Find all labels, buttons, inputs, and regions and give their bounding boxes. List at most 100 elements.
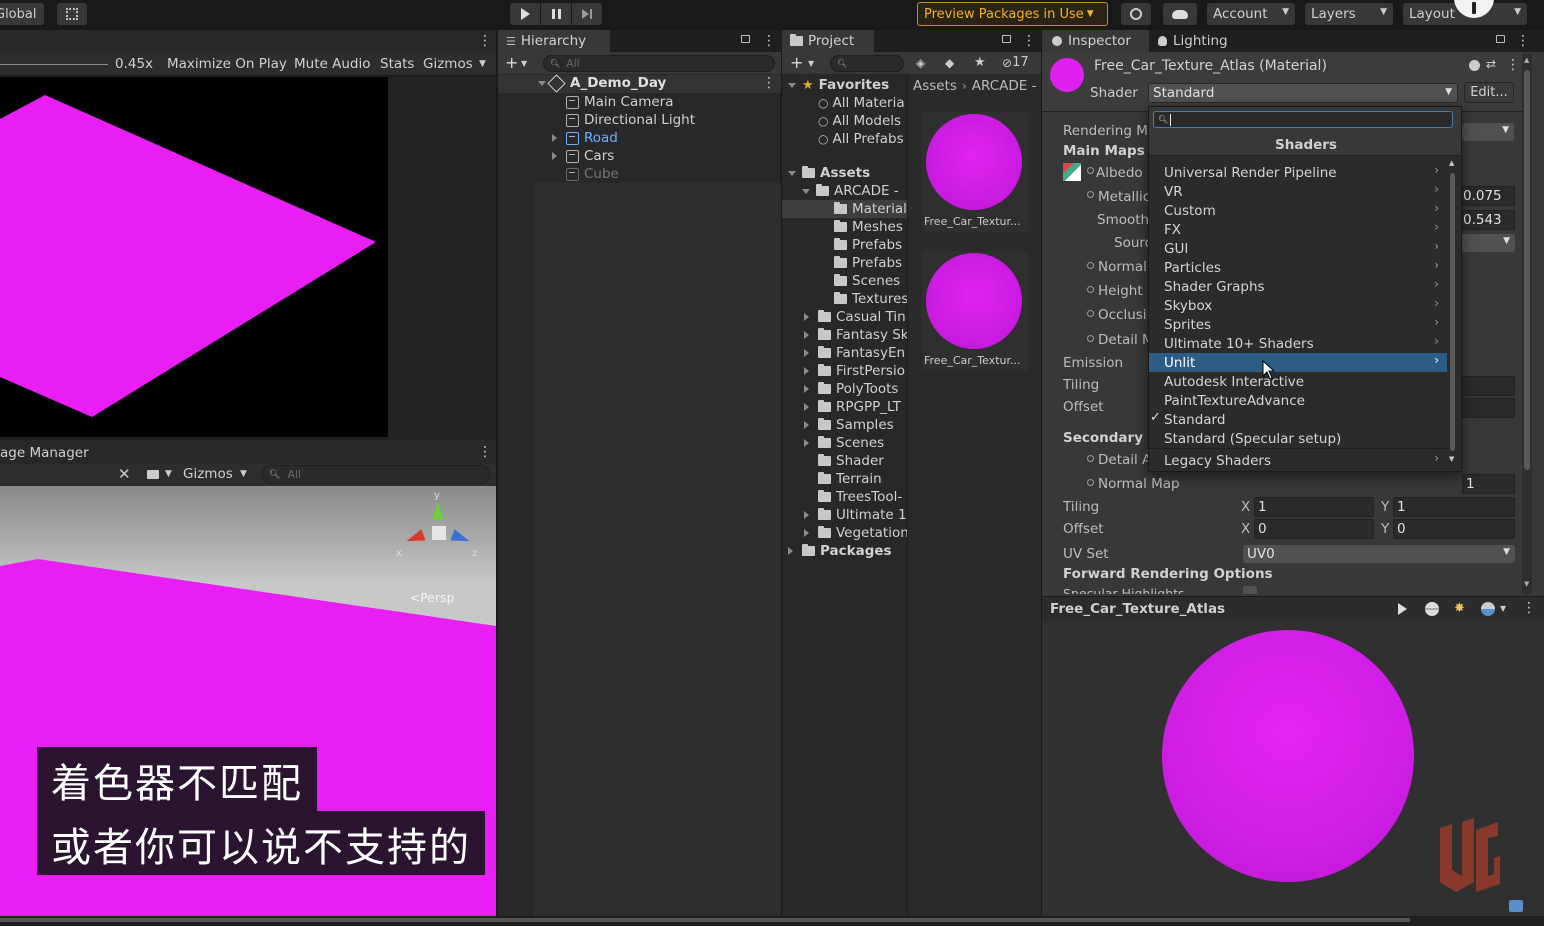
- maximize-on-play-toggle[interactable]: Maximize On Play: [167, 56, 287, 72]
- lock-icon[interactable]: [1496, 35, 1505, 43]
- folder-meshes[interactable]: Meshes: [834, 218, 903, 236]
- scale-slider[interactable]: [0, 64, 108, 65]
- folder-asset[interactable]: RPGPP_LT: [804, 398, 901, 416]
- tiling-field[interactable]: [1459, 376, 1515, 396]
- hierarchy-item-main-camera[interactable]: Main Camera: [566, 93, 674, 111]
- folder-asset[interactable]: Vegetation: [804, 524, 907, 542]
- filter-type-icon[interactable]: ◈: [916, 56, 925, 70]
- expand-arrow-icon[interactable]: [552, 134, 557, 142]
- tag-icon[interactable]: [1509, 900, 1523, 912]
- scrollbar-thumb[interactable]: [1524, 70, 1530, 470]
- folder-asset[interactable]: TreesTool-: [818, 488, 902, 506]
- preview-packages-button[interactable]: Preview Packages in Use ▼: [917, 2, 1108, 26]
- preview-light-icon[interactable]: ✸: [1454, 601, 1465, 616]
- favorite-item[interactable]: ○ All Materia: [818, 94, 905, 112]
- uv-set-dropdown[interactable]: UV0 ▼: [1243, 545, 1515, 563]
- more-options-icon[interactable]: ⋮: [1522, 600, 1536, 616]
- hierarchy-item-cars[interactable]: Cars: [552, 147, 614, 165]
- shader-menu-item[interactable]: Skybox ›: [1149, 296, 1447, 315]
- shader-search-input[interactable]: 🔍︎: [1153, 111, 1453, 128]
- scene-search-input[interactable]: 🔍︎ All: [262, 465, 490, 484]
- more-options-icon[interactable]: ⋮: [478, 444, 492, 460]
- project-search-input[interactable]: 🔍︎: [830, 55, 904, 72]
- tab-hierarchy[interactable]: ☰ Hierarchy: [498, 30, 610, 52]
- global-toggle[interactable]: Global: [0, 3, 44, 25]
- assets-header[interactable]: Assets: [788, 164, 870, 182]
- shader-menu-item[interactable]: Sprites ›: [1149, 315, 1447, 334]
- favorite-item[interactable]: ○ All Prefabs: [818, 130, 904, 148]
- preview-play-icon[interactable]: [1398, 603, 1407, 615]
- tab-project[interactable]: Project: [782, 30, 874, 52]
- folder-asset[interactable]: PolyToots: [804, 380, 898, 398]
- pause-button[interactable]: [541, 3, 571, 25]
- tag-icon[interactable]: ◆: [945, 56, 954, 70]
- stats-toggle[interactable]: Stats: [380, 56, 414, 72]
- hierarchy-scene-row[interactable]: A_Demo_Day ⋮: [498, 74, 781, 93]
- cloud-button[interactable]: [1163, 3, 1197, 25]
- picker-dot-icon[interactable]: [1087, 479, 1094, 486]
- picker-dot-icon[interactable]: [1087, 335, 1094, 342]
- more-options-icon[interactable]: ⋮: [1516, 33, 1530, 49]
- persp-label[interactable]: < Persp: [410, 590, 454, 605]
- folder-textures[interactable]: Textures: [834, 290, 907, 308]
- shader-menu-item[interactable]: Particles ›: [1149, 258, 1447, 277]
- services-button[interactable]: [1121, 3, 1151, 25]
- picker-dot-icon[interactable]: [1087, 455, 1094, 462]
- account-dropdown[interactable]: Account ▼: [1207, 3, 1295, 25]
- add-icon[interactable]: +: [505, 53, 518, 72]
- shader-menu-item[interactable]: Universal Render Pipeline ›: [1149, 163, 1447, 182]
- scroll-down-icon[interactable]: ▼: [1524, 580, 1529, 588]
- preset-icon[interactable]: ⇄: [1486, 57, 1496, 71]
- specular-checkbox[interactable]: [1243, 586, 1257, 594]
- offset-x-field[interactable]: 0: [1254, 519, 1374, 539]
- tab-lighting[interactable]: Lighting: [1158, 33, 1228, 49]
- gizmos-dropdown[interactable]: Gizmos: [423, 56, 473, 72]
- folder-asset[interactable]: Fantasy Sk: [804, 326, 907, 344]
- expand-arrow-icon[interactable]: [552, 152, 557, 160]
- offset-y-field[interactable]: 0: [1393, 519, 1515, 539]
- folder-scenes[interactable]: Scenes: [834, 272, 900, 290]
- hierarchy-item-road[interactable]: Road: [552, 129, 618, 147]
- normal-map-scale-field[interactable]: 1: [1462, 474, 1515, 494]
- source-dropdown[interactable]: ▼: [1459, 234, 1515, 252]
- packages-header[interactable]: Packages: [788, 542, 892, 560]
- metallic-value-field[interactable]: 0.075: [1459, 186, 1515, 206]
- add-icon[interactable]: +: [790, 53, 803, 72]
- hidden-packages-toggle[interactable]: ⊘ 17: [1002, 55, 1029, 70]
- material-preview[interactable]: [1042, 620, 1544, 926]
- folder-prefabs-2[interactable]: Prefabs: [834, 254, 902, 272]
- shader-menu-item[interactable]: Custom ›: [1149, 201, 1447, 220]
- shader-menu-item[interactable]: PaintTextureAdvance: [1149, 391, 1447, 410]
- shader-menu-item[interactable]: FX ›: [1149, 220, 1447, 239]
- asset-thumbnail[interactable]: Free_Car_Textur...: [922, 112, 1028, 232]
- albedo-texture-slot[interactable]: [1063, 163, 1081, 181]
- inspector-scrollbar[interactable]: ▲ ▼: [1522, 54, 1532, 594]
- folder-asset[interactable]: Casual Tin: [804, 308, 906, 326]
- tools-icon[interactable]: ✕: [118, 465, 131, 483]
- shader-menu-item[interactable]: VR ›: [1149, 182, 1447, 201]
- grid-snap-button[interactable]: [57, 3, 87, 25]
- help-icon[interactable]: [1469, 60, 1480, 71]
- folder-asset[interactable]: Shader: [818, 452, 884, 470]
- folder-asset[interactable]: Scenes: [804, 434, 884, 452]
- preview-background-icon[interactable]: [1481, 602, 1495, 616]
- shader-menu-item[interactable]: Standard (Specular setup): [1149, 429, 1447, 448]
- asset-thumbnail[interactable]: Free_Car_Textur...: [922, 251, 1028, 371]
- camera-icon[interactable]: [147, 470, 159, 479]
- shader-menu-item-checked[interactable]: ✓ Standard: [1149, 410, 1447, 429]
- rendering-mode-dropdown[interactable]: ▼: [1462, 123, 1514, 141]
- hierarchy-search-input[interactable]: 🔍︎ All: [543, 55, 775, 72]
- tab-inspector[interactable]: Inspector: [1042, 30, 1149, 52]
- tiling-y-field[interactable]: 1: [1393, 497, 1515, 517]
- star-icon[interactable]: ★: [974, 55, 986, 70]
- mute-audio-toggle[interactable]: Mute Audio: [294, 56, 370, 72]
- shader-menu-item[interactable]: Autodesk Interactive: [1149, 372, 1447, 391]
- lock-icon[interactable]: [741, 35, 750, 43]
- more-options-icon[interactable]: ⋮: [478, 33, 492, 49]
- scrollbar-thumb[interactable]: [1450, 173, 1455, 451]
- layers-dropdown[interactable]: Layers ▼: [1305, 3, 1393, 25]
- shader-menu-item[interactable]: GUI ›: [1149, 239, 1447, 258]
- preview-sphere-icon[interactable]: [1425, 602, 1439, 616]
- shader-menu-scrollbar[interactable]: ▲ ▼: [1447, 157, 1459, 469]
- hierarchy-item-directional-light[interactable]: Directional Light: [566, 111, 695, 129]
